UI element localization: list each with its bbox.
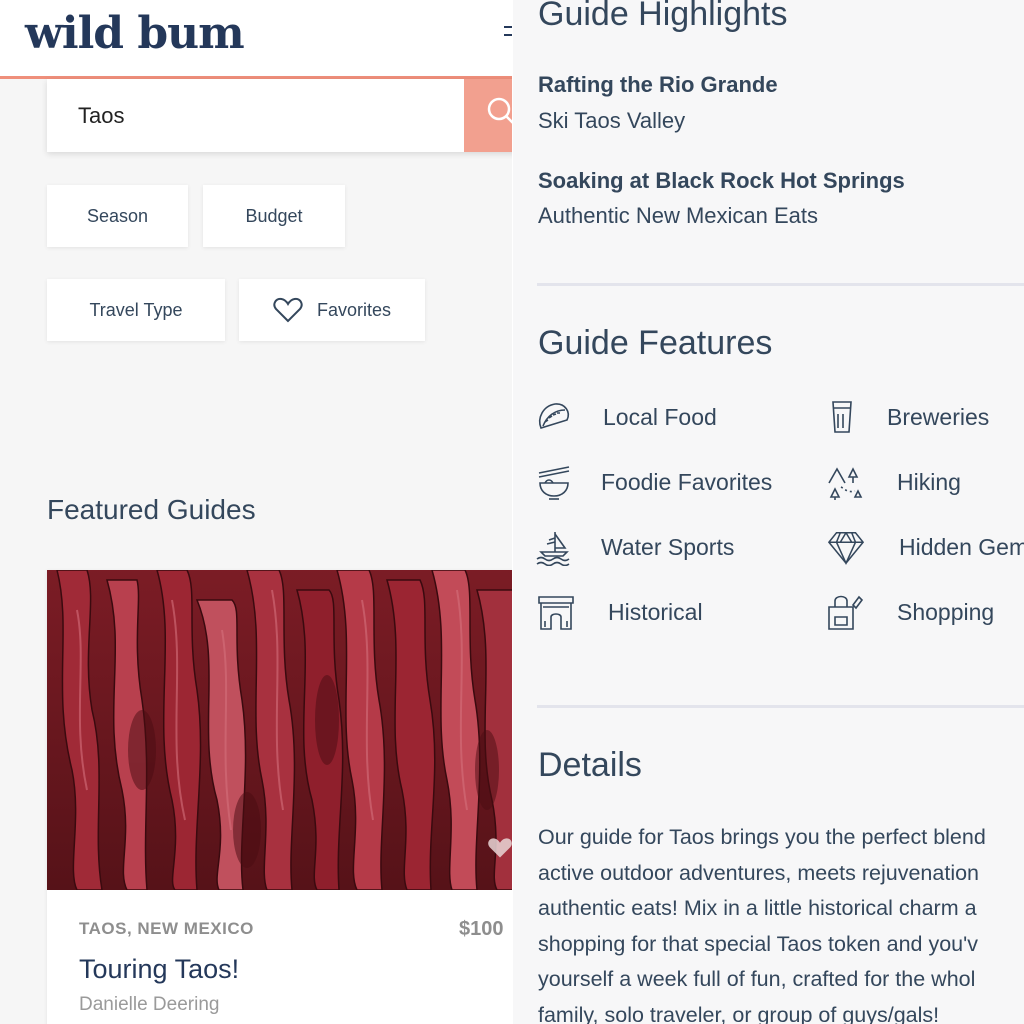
details-line: authentic eats! Mix in a little historic…: [538, 896, 977, 920]
feature-label: Local Food: [603, 403, 717, 430]
feature-label: Hiking: [897, 468, 961, 495]
mobile-search-screen: wild bum Season Budget Travel Type Favor…: [0, 0, 512, 1024]
feature-water-sports: Water Sports: [535, 528, 734, 566]
details-line: shopping for that special Taos token and…: [538, 931, 978, 956]
feature-label: Foodie Favorites: [601, 468, 773, 495]
highlight-item: Ski Taos Valley: [538, 108, 686, 133]
guide-card-location: TAOS, NEW MEXICO: [79, 919, 254, 938]
search-bar: [47, 79, 512, 152]
favorites-filter-label: Favorites: [316, 299, 392, 320]
noodle-bowl-icon: [535, 463, 573, 501]
highlight-item: Soaking at Black Rock Hot Springs: [538, 168, 905, 193]
details-line: active outdoor adventures, meets rejuven…: [538, 860, 980, 885]
feature-hidden-gems: Hidden Gems: [827, 528, 1024, 566]
guide-card-price: $100: [459, 918, 504, 940]
season-filter-button[interactable]: Season: [47, 185, 188, 247]
budget-filter-button[interactable]: Budget: [203, 185, 345, 247]
favorites-filter-button[interactable]: Favorites: [239, 279, 425, 341]
diamond-icon: [827, 528, 865, 566]
taco-icon: [535, 398, 573, 436]
travel-type-filter-button[interactable]: Travel Type: [47, 279, 225, 341]
details-body: Our guide for Taos brings you the perfec…: [538, 820, 1024, 1024]
travel-type-filter-label: Travel Type: [89, 299, 183, 320]
feature-shopping: Shopping: [825, 593, 994, 631]
guide-highlights-heading: Guide Highlights: [538, 0, 788, 33]
guide-card-author: Danielle Deering: [79, 994, 220, 1015]
guide-features-heading: Guide Features: [538, 324, 773, 362]
search-button[interactable]: [464, 79, 512, 152]
guide-card[interactable]: TAOS, NEW MEXICO $100 Touring Taos! Dani…: [47, 570, 512, 1024]
section-divider: [537, 705, 1024, 708]
feature-hiking: Hiking: [825, 463, 961, 501]
sailboat-icon: [535, 528, 573, 566]
highlight-item: Rafting the Rio Grande: [538, 72, 778, 97]
feature-label: Water Sports: [601, 533, 735, 560]
details-line: yourself a week full of fun, crafted for…: [538, 967, 976, 991]
favorite-heart-icon[interactable]: [487, 836, 512, 860]
feature-label: Breweries: [887, 403, 990, 430]
feature-label: Historical: [608, 598, 703, 625]
search-input[interactable]: [47, 79, 464, 152]
section-divider: [537, 283, 1024, 286]
logo[interactable]: wild bum: [25, 8, 245, 59]
feature-foodie-favorites: Foodie Favorites: [535, 463, 772, 501]
feature-historical: Historical: [537, 593, 703, 631]
featured-guides-heading: Featured Guides: [47, 494, 256, 525]
guide-card-image: [47, 570, 512, 890]
beer-glass-icon: [823, 398, 861, 436]
details-line: family, solo traveler, or group of guys/…: [538, 1002, 940, 1024]
mountain-trail-icon: [825, 463, 863, 501]
search-icon: [487, 97, 512, 124]
feature-breweries: Breweries: [823, 398, 989, 436]
feature-label: Shopping: [897, 598, 995, 625]
heart-icon: [273, 297, 303, 323]
details-heading: Details: [538, 746, 642, 784]
menu-icon[interactable]: [504, 26, 512, 48]
arch-icon: [537, 593, 575, 631]
details-line: Our guide for Taos brings you the perfec…: [538, 825, 986, 849]
highlight-item: Authentic New Mexican Eats: [538, 203, 819, 228]
feature-label: Hidden Gems: [899, 533, 1024, 560]
app-header: wild bum: [0, 0, 512, 79]
guide-card-title[interactable]: Touring Taos!: [79, 954, 239, 985]
budget-filter-label: Budget: [245, 205, 303, 226]
shopping-bag-icon: [825, 593, 863, 631]
feature-local-food: Local Food: [535, 398, 717, 436]
season-filter-label: Season: [86, 205, 149, 226]
guide-detail-screen: Guide Highlights Rafting the Rio Grande …: [512, 0, 1024, 1024]
